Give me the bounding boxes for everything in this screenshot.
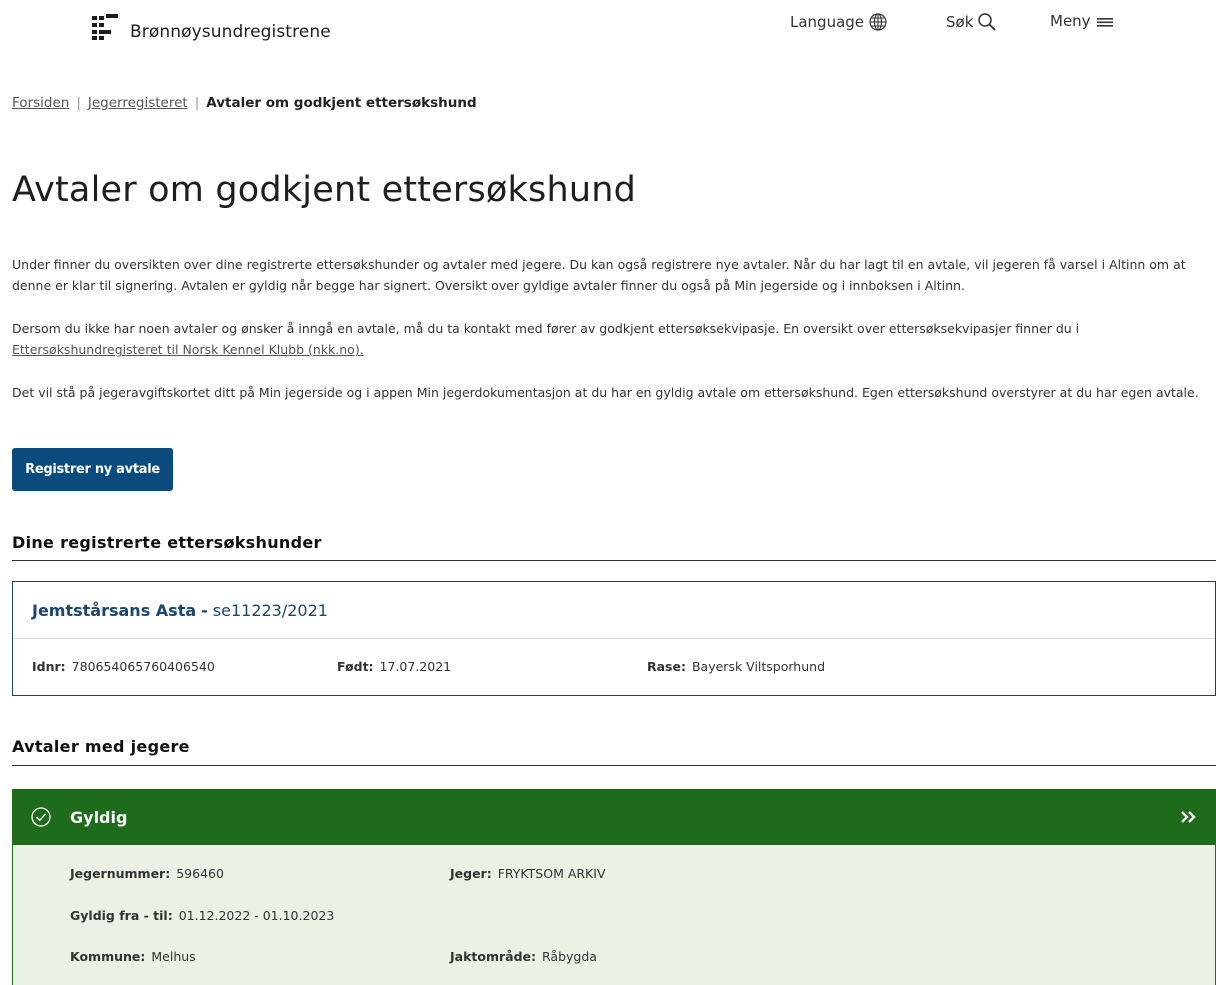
dog-idnr-value: 780654065760406540 bbox=[71, 659, 215, 674]
breadcrumb-link-jegerregisteret[interactable]: Jegerregisteret bbox=[88, 95, 188, 111]
page-title: Avtaler om godkjent ettersøkshund bbox=[12, 170, 637, 210]
breadcrumb: Forsiden | Jegerregisteret | Avtaler om … bbox=[12, 95, 477, 111]
menu-button[interactable]: Meny bbox=[1050, 12, 1116, 30]
hunter-number-value: 596460 bbox=[176, 866, 224, 881]
language-button[interactable]: Language bbox=[790, 12, 889, 32]
valid-period: Gyldig fra - til: 01.12.2022 - 01.10.2023 bbox=[70, 908, 334, 923]
search-button[interactable]: Søk bbox=[946, 12, 998, 32]
breadcrumb-current: Avtaler om godkjent ettersøkshund bbox=[206, 95, 477, 111]
dog-born-label: Født: bbox=[337, 659, 374, 674]
intro-paragraph-2-text: Dersom du ikke har noen avtaler og ønske… bbox=[12, 321, 1080, 336]
brand-logo[interactable]: Brønnøysundregistrene bbox=[92, 14, 331, 42]
valid-period-label: Gyldig fra - til: bbox=[70, 908, 173, 923]
agreement-status: Gyldig bbox=[70, 807, 128, 827]
municipality: Kommune: Melhus bbox=[70, 949, 196, 964]
section-divider bbox=[12, 560, 1216, 561]
dog-breed: Rase: Bayersk Viltsporhund bbox=[647, 659, 825, 674]
dog-breed-label: Rase: bbox=[647, 659, 686, 674]
municipality-value: Melhus bbox=[151, 949, 196, 964]
register-new-agreement-button[interactable]: Registrer ny avtale bbox=[12, 448, 173, 491]
section-divider bbox=[12, 765, 1216, 766]
hamburger-menu-icon bbox=[1096, 18, 1113, 27]
double-chevron-right-icon[interactable] bbox=[1179, 809, 1197, 825]
dog-name: Jemtstårsans Asta bbox=[32, 600, 197, 620]
dog-breed-value: Bayersk Viltsporhund bbox=[691, 659, 826, 674]
check-circle-icon bbox=[31, 807, 51, 827]
agreements-section-title: Avtaler med jegere bbox=[12, 737, 190, 756]
hunter-number: Jegernummer: 596460 bbox=[70, 866, 224, 881]
dog-born: Født: 17.07.2021 bbox=[337, 659, 451, 674]
hunting-area-value: Råbygda bbox=[542, 949, 597, 964]
breadcrumb-separator: | bbox=[76, 95, 81, 111]
dog-registration-number: se11223/2021 bbox=[212, 600, 328, 620]
valid-period-value: 01.12.2022 - 01.10.2023 bbox=[178, 908, 335, 923]
intro-paragraph-1: Under finner du oversikten over dine reg… bbox=[12, 257, 1186, 293]
brreg-logo-icon bbox=[92, 14, 118, 40]
language-label: Language bbox=[790, 13, 865, 31]
dog-idnr-label: Idnr: bbox=[32, 659, 66, 674]
globe-icon bbox=[869, 13, 887, 31]
breadcrumb-separator: | bbox=[194, 95, 200, 111]
hunter-number-label: Jegernummer: bbox=[70, 866, 171, 881]
intro-paragraph-2: Dersom du ikke har noen avtaler og ønske… bbox=[12, 318, 1212, 360]
brand-name: Brønnøysundregistrene bbox=[130, 22, 331, 42]
breadcrumb-link-forsiden[interactable]: Forsiden bbox=[12, 95, 69, 111]
agreement-details: Jegernummer: 596460 Jeger: FRYKTSOM ARKIV … bbox=[12, 845, 1216, 985]
hunter-name-label: Jeger: bbox=[450, 866, 492, 881]
hunter-name-value: FRYKTSOM ARKIV bbox=[497, 866, 606, 881]
dog-card: Jemtstårsans Asta - se11223/2021 Idnr: 78… bbox=[12, 581, 1216, 696]
hunting-area: Jaktområde: Råbygda bbox=[450, 949, 597, 964]
dog-name-separator: - bbox=[201, 600, 208, 620]
municipality-label: Kommune: bbox=[70, 949, 146, 964]
search-icon bbox=[978, 13, 997, 31]
menu-label: Meny bbox=[1050, 12, 1091, 30]
hunter-name: Jeger: FRYKTSOM ARKIV bbox=[450, 866, 606, 881]
hunting-area-label: Jaktområde: bbox=[450, 949, 537, 964]
search-label: Søk bbox=[946, 13, 974, 31]
dog-card-header[interactable]: Jemtstårsans Asta - se11223/2021 bbox=[13, 582, 1215, 639]
nkk-register-link[interactable]: Ettersøkshundregisteret til Norsk Kennel… bbox=[12, 342, 364, 357]
dog-idnr: Idnr: 780654065760406540 bbox=[32, 659, 215, 674]
agreement-header[interactable]: Gyldig bbox=[12, 789, 1216, 845]
dog-details: Idnr: 780654065760406540 Født: 17.07.2021 … bbox=[13, 639, 1215, 696]
intro-paragraph-3: Det vil stå på jegeravgiftskortet ditt p… bbox=[12, 385, 1199, 400]
dogs-section-title: Dine registrerte ettersøkshunder bbox=[12, 533, 322, 552]
dog-born-value: 17.07.2021 bbox=[379, 659, 452, 674]
